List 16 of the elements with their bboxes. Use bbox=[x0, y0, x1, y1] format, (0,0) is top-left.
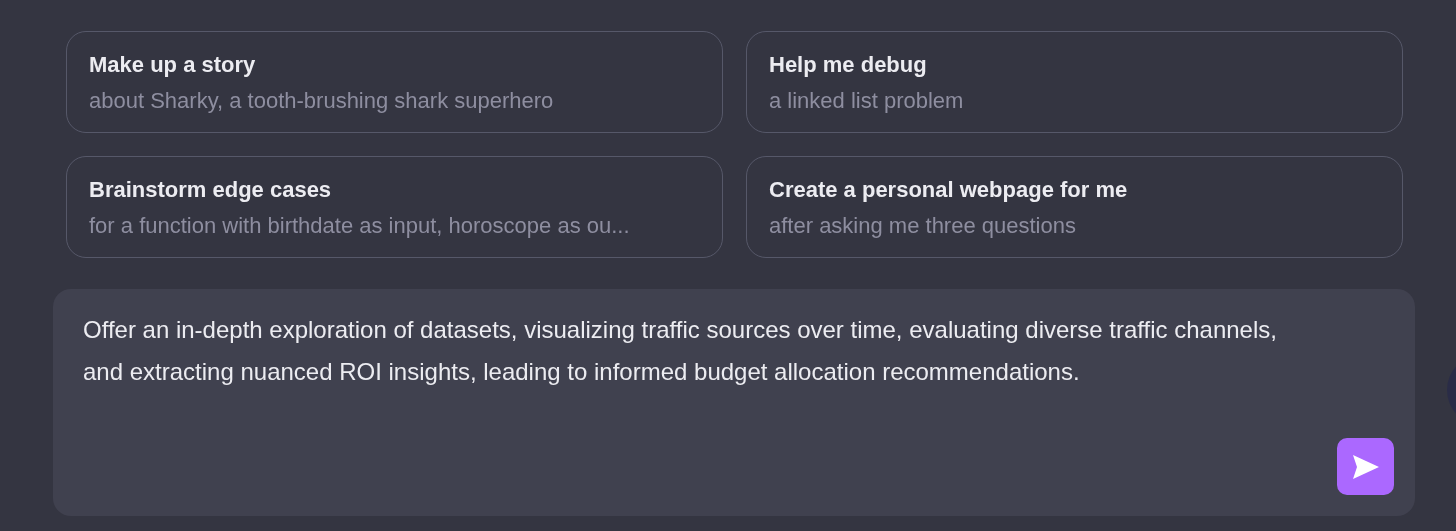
suggestion-card[interactable]: Create a personal webpage for me after asking me three questions bbox=[746, 156, 1403, 258]
suggestion-subtitle: about Sharky, a tooth-brushing shark superhero bbox=[89, 88, 555, 114]
suggestion-subtitle: a linked list problem bbox=[769, 88, 965, 114]
suggestion-card[interactable]: Make up a story about Sharky, a tooth-brushing shark superhero bbox=[66, 31, 723, 133]
suggestion-subtitle: for a function with birthdate as input, horoscope as ou... bbox=[89, 213, 631, 239]
suggestion-title: Create a personal webpage for me bbox=[769, 177, 1129, 203]
suggestion-title: Brainstorm edge cases bbox=[89, 177, 333, 203]
suggestion-card[interactable]: Help me debug a linked list problem bbox=[746, 31, 1403, 133]
suggestion-subtitle: after asking me three questions bbox=[769, 213, 1077, 239]
message-input[interactable] bbox=[53, 289, 1415, 516]
suggestion-title: Make up a story bbox=[89, 52, 257, 78]
send-button[interactable] bbox=[1337, 438, 1394, 495]
suggestion-card[interactable]: Brainstorm edge cases for a function with birthdate as input, horoscope as ou... bbox=[66, 156, 723, 258]
send-icon bbox=[1350, 453, 1381, 480]
message-text[interactable]: Offer an in-depth exploration of datasets, visualizing traffic sources over time, evaluating diverse traffic channels, and extracting nuanced ROI insights, leading to informed budget allocation recommendations. bbox=[83, 309, 1313, 449]
suggestion-title: Help me debug bbox=[769, 52, 928, 78]
